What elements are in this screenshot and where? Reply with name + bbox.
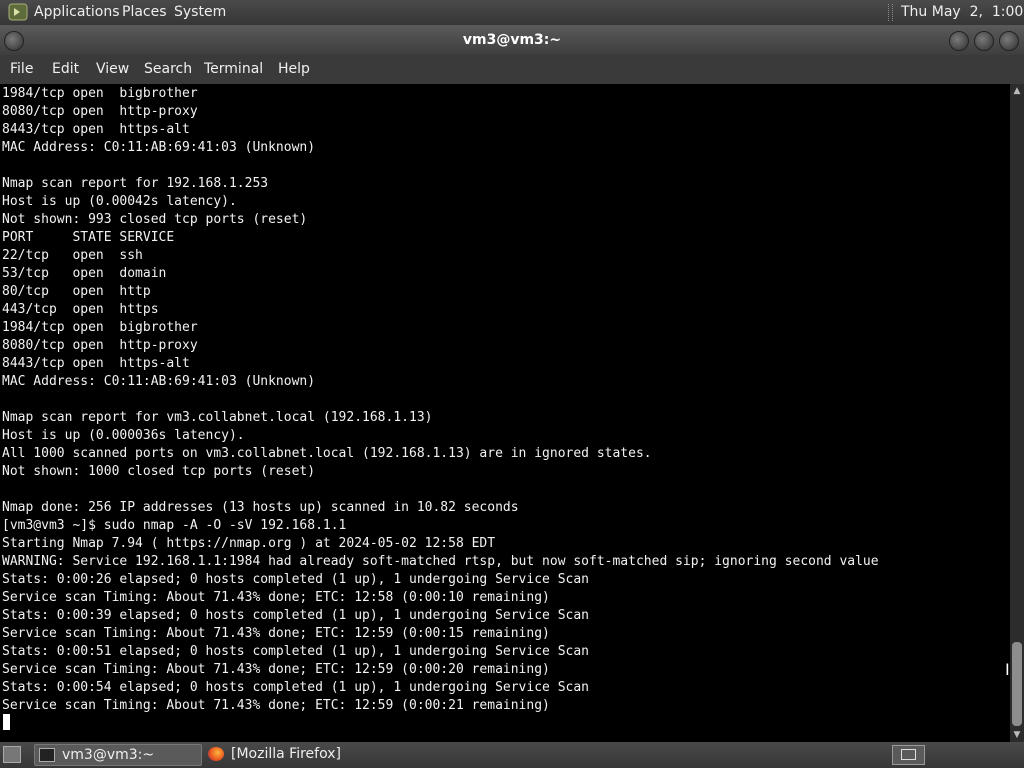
terminal-line: Starting Nmap 7.94 ( https://nmap.org ) …: [2, 536, 496, 551]
terminal-line: 8080/tcp open http-proxy: [2, 104, 198, 119]
terminal-line: Not shown: 993 closed tcp ports (reset): [2, 212, 308, 227]
window-titlebar[interactable]: vm3@vm3:~: [0, 25, 1024, 55]
terminal-line: MAC Address: C0:11:AB:69:41:03 (Unknown): [2, 374, 316, 389]
terminal-line: Stats: 0:00:26 elapsed; 0 hosts complete…: [2, 572, 589, 587]
task-firefox[interactable]: [Mozilla Firefox]: [204, 744, 368, 766]
terminal-text: 1984/tcp open bigbrother 8080/tcp open ht…: [2, 85, 879, 715]
terminal-line: 53/tcp open domain: [2, 266, 167, 281]
terminal-line: 8443/tcp open https-alt: [2, 356, 190, 371]
terminal-line: Stats: 0:00:54 elapsed; 0 hosts complete…: [2, 680, 589, 695]
terminal-line: [vm3@vm3 ~]$ sudo nmap -A -O -sV 192.168…: [2, 518, 347, 533]
places-menu[interactable]: Places: [122, 4, 167, 20]
show-desktop-icon[interactable]: [3, 746, 21, 763]
terminal-output[interactable]: 1984/tcp open bigbrother 8080/tcp open ht…: [0, 84, 1010, 742]
menu-file[interactable]: File: [10, 61, 33, 77]
firefox-icon: [208, 747, 224, 761]
menu-help[interactable]: Help: [278, 61, 310, 77]
terminal-line: Nmap done: 256 IP addresses (13 hosts up…: [2, 500, 519, 515]
terminal-line: Not shown: 1000 closed tcp ports (reset): [2, 464, 316, 479]
terminal-icon: [39, 748, 55, 762]
task-label: [Mozilla Firefox]: [231, 746, 341, 762]
terminal-line: Stats: 0:00:51 elapsed; 0 hosts complete…: [2, 644, 589, 659]
minimize-button[interactable]: [949, 31, 969, 51]
terminal-line: Service scan Timing: About 71.43% done; …: [2, 590, 550, 605]
terminal-line: PORT STATE SERVICE: [2, 230, 175, 245]
terminal-line: Service scan Timing: About 71.43% done; …: [2, 698, 550, 713]
terminal-line: 8080/tcp open http-proxy: [2, 338, 198, 353]
terminal-line: Nmap scan report for vm3.collabnet.local…: [2, 410, 433, 425]
gnome-foot-icon[interactable]: [8, 3, 28, 21]
terminal-line: Host is up (0.000036s latency).: [2, 428, 245, 443]
terminal-line: Service scan Timing: About 71.43% done; …: [2, 626, 550, 641]
task-label: vm3@vm3:~: [62, 747, 155, 763]
menu-search[interactable]: Search: [144, 61, 192, 77]
terminal-line: 1984/tcp open bigbrother: [2, 86, 198, 101]
scroll-up-arrow-icon[interactable]: ▲: [1010, 84, 1024, 98]
terminal-line: All 1000 scanned ports on vm3.collabnet.…: [2, 446, 652, 461]
terminal-line: WARNING: Service 192.168.1.1:1984 had al…: [2, 554, 879, 569]
terminal-line: 80/tcp open http: [2, 284, 151, 299]
panel-separator: [888, 4, 893, 21]
menu-terminal[interactable]: Terminal: [204, 61, 263, 77]
applications-menu[interactable]: Applications: [34, 4, 120, 20]
top-panel: Applications Places System Thu May 2, 1:…: [0, 0, 1024, 25]
terminal-line: Host is up (0.00042s latency).: [2, 194, 237, 209]
terminal-line: 22/tcp open ssh: [2, 248, 143, 263]
terminal-line: Nmap scan report for 192.168.1.253: [2, 176, 269, 191]
menu-bar: File Edit View Search Terminal Help: [0, 55, 1024, 84]
terminal-line: 8443/tcp open https-alt: [2, 122, 190, 137]
window-title: vm3@vm3:~: [462, 32, 562, 48]
close-button[interactable]: [999, 31, 1019, 51]
terminal-line: 443/tcp open https: [2, 302, 159, 317]
terminal-line: MAC Address: C0:11:AB:69:41:03 (Unknown): [2, 140, 316, 155]
scrollbar-thumb[interactable]: [1012, 642, 1022, 726]
terminal-line: Service scan Timing: About 71.43% done; …: [2, 662, 550, 677]
system-menu[interactable]: System: [174, 4, 226, 20]
scroll-down-arrow-icon[interactable]: ▼: [1010, 728, 1024, 742]
menu-edit[interactable]: Edit: [52, 61, 79, 77]
bottom-panel: vm3@vm3:~ [Mozilla Firefox]: [0, 742, 1024, 768]
terminal-line: 1984/tcp open bigbrother: [2, 320, 198, 335]
menu-view[interactable]: View: [96, 61, 129, 77]
terminal-line: Stats: 0:00:39 elapsed; 0 hosts complete…: [2, 608, 589, 623]
clock[interactable]: Thu May 2, 1:00 PM: [901, 4, 1024, 20]
workspace-switcher[interactable]: [892, 745, 925, 765]
workspace-icon: [901, 749, 916, 760]
maximize-button[interactable]: [974, 31, 994, 51]
ibeam-cursor-icon: I: [1005, 660, 1010, 679]
text-cursor: [3, 714, 10, 730]
task-terminal[interactable]: vm3@vm3:~: [34, 744, 202, 766]
